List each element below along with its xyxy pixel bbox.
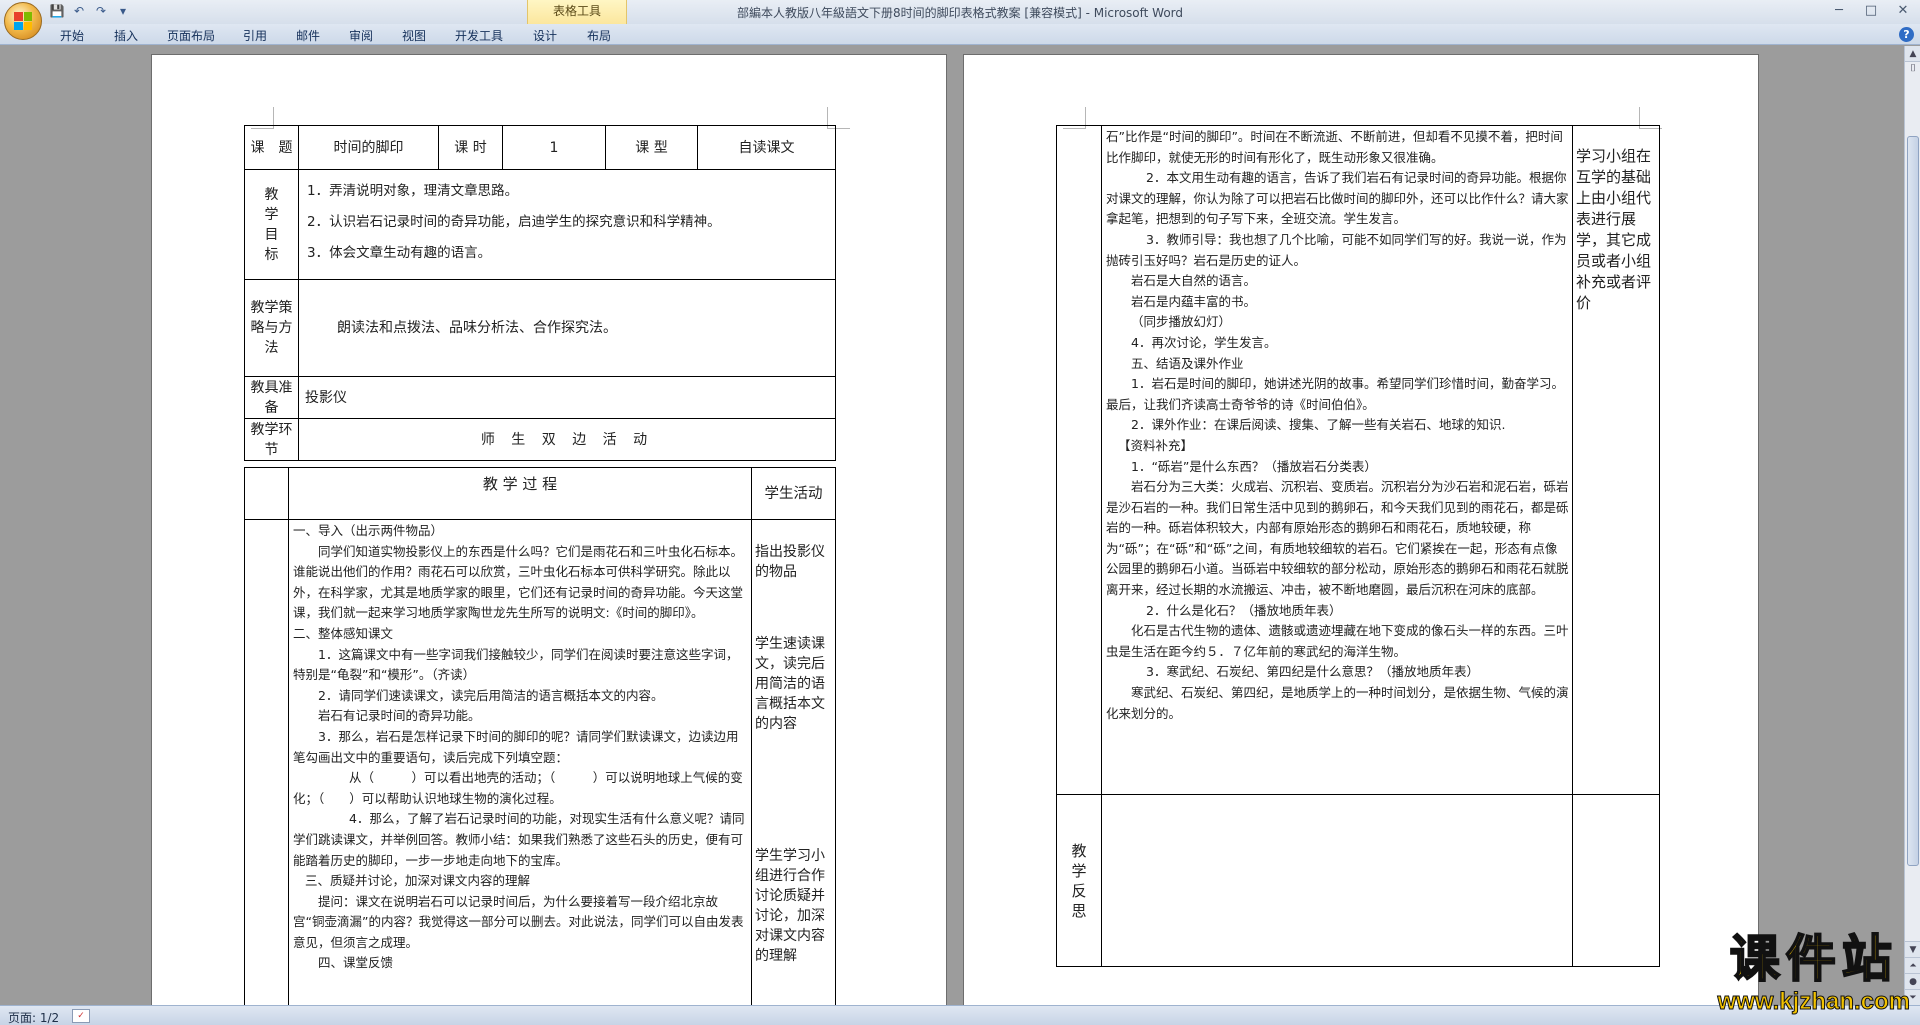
watermark-url: www.kjzhan.com bbox=[1717, 988, 1910, 1015]
student-activity-item: 学生速读课文，读完后用简洁的语言概括本文的内容 bbox=[755, 636, 825, 732]
process-paragraph: 五、结语及课外作业 bbox=[1131, 355, 1244, 371]
label-type: 课 型 bbox=[605, 125, 698, 170]
label-tools: 教具准 备 bbox=[244, 376, 299, 419]
label-goals: 教 学 目 标 bbox=[244, 169, 299, 280]
label-hours: 课 时 bbox=[438, 125, 503, 170]
watermark-title: 课件站 bbox=[1729, 928, 1898, 989]
process-paragraph: 1．“砾岩”是什么东西？（播放岩石分类表） bbox=[1131, 458, 1377, 474]
window-controls: ─ □ ✕ bbox=[1828, 2, 1914, 20]
process-paragraph: 4．那么，了解了岩石记录时间的功能，对现实生活有什么意义呢？请同学们跳读课文，并… bbox=[293, 811, 745, 868]
student-activity-title: 学生活动 bbox=[751, 467, 836, 520]
process-paragraph: 2．课外作业：在课后阅读、搜集、了解一些有关岩石、地球的知识. bbox=[1131, 417, 1506, 433]
goal-item: 1．弄清说明对象，理清文章思路。 bbox=[307, 183, 519, 199]
process-paragraph: 二、整体感知课文 bbox=[293, 625, 394, 641]
label-reflection: 教 学 反 思 bbox=[1056, 794, 1102, 967]
minimize-button[interactable]: ─ bbox=[1828, 2, 1850, 20]
view-ruler-icon[interactable]: ⌷ bbox=[1907, 62, 1919, 76]
student-activity-cell: 学习小组在互学的基础上由小组代表进行展学，其它成员或者小组补充或者评价 bbox=[1572, 125, 1660, 795]
site-watermark: 课件站 www.kjzhan.com bbox=[1717, 928, 1910, 1015]
process-table: 教 学 过 程 学生活动 一、导入（出示两件物品） 同学们知道实物投影仪上的东西… bbox=[244, 467, 836, 1005]
process-paragraph: 石”比作是“时间的脚印”。时间在不断流逝、不断前进，但却看不见摸不着，把时间比作… bbox=[1106, 129, 1563, 165]
process-paragraph: 岩石是大自然的语言。 bbox=[1131, 273, 1257, 289]
process-paragraph: 3．教师引导：我也想了几个比喻，可能不如同学们写的好。我说一说，作为抛砖引玉好吗… bbox=[1106, 231, 1567, 268]
student-activity-cell: 指出投影仪的物品 学生速读课文，读完后用简洁的语言概括本文的内容 学生学习小组进… bbox=[751, 519, 836, 1005]
window-title: 部編本人教版八年級語文下册8时间的脚印表格式教案 [兼容模式] - Micros… bbox=[736, 6, 1184, 20]
process-paragraph: 岩石分为三大类：火成岩、沉积岩、变质岩。沉积岩分为沙石岩和泥石岩，砾岩是沙石岩的… bbox=[1106, 479, 1569, 598]
link-value: 师 生 双 边 活 动 bbox=[298, 418, 836, 461]
goal-item: 3．体会文章生动有趣的语言。 bbox=[307, 245, 492, 261]
empty-cell bbox=[244, 519, 289, 1005]
type-value: 自读课文 bbox=[697, 125, 836, 170]
tab-mailings[interactable]: 邮件 bbox=[296, 27, 320, 44]
label-strategy: 教学策 略与方 法 bbox=[244, 279, 299, 377]
hours-value: 1 bbox=[502, 125, 606, 170]
reflection-cell[interactable] bbox=[1101, 794, 1573, 967]
tools-value: 投影仪 bbox=[298, 376, 836, 419]
process-body: 石”比作是“时间的脚印”。时间在不断流逝、不断前进，但却看不见摸不着，把时间比作… bbox=[1101, 125, 1573, 795]
process-body: 一、导入（出示两件物品） 同学们知道实物投影仪上的东西是什么吗？它们是雨花石和三… bbox=[288, 519, 752, 1005]
maximize-button[interactable]: □ bbox=[1860, 2, 1882, 20]
process-paragraph: 4．再次讨论，学生发言。 bbox=[1131, 334, 1277, 350]
tab-insert[interactable]: 插入 bbox=[114, 27, 138, 44]
process-paragraph: 岩石是内蕴丰富的书。 bbox=[1131, 293, 1257, 309]
process-paragraph: 四、课堂反馈 bbox=[318, 955, 394, 971]
process-paragraph: 一、导入（出示两件物品） bbox=[293, 523, 444, 538]
process-title: 教 学 过 程 bbox=[288, 467, 752, 520]
tab-view[interactable]: 视图 bbox=[402, 27, 426, 44]
tab-developer[interactable]: 开发工具 bbox=[455, 27, 503, 44]
scroll-up-icon[interactable]: ▲ bbox=[1905, 46, 1920, 62]
status-bar: 页面: 1/2 ✓ bbox=[0, 1005, 1920, 1025]
strategy-value: 朗读法和点拨法、品味分析法、合作探究法。 bbox=[298, 279, 836, 377]
close-button[interactable]: ✕ bbox=[1892, 2, 1914, 20]
proofing-icon[interactable]: ✓ bbox=[72, 1009, 90, 1023]
empty-cell bbox=[1572, 794, 1660, 967]
process-paragraph: 3．那么，岩石是怎样记录下时间的脚印的呢？请同学们默读课文，边读边用笔勾画出文中… bbox=[293, 728, 739, 765]
process-paragraph: 岩石有记录时间的奇异功能。 bbox=[318, 708, 481, 724]
document-area: 课 题 时间的脚印 课 时 1 课 型 自读课文 教 学 目 标 1．弄清说明对… bbox=[0, 46, 1904, 1005]
scrollbar-thumb[interactable] bbox=[1907, 136, 1919, 866]
empty-cell bbox=[244, 467, 289, 520]
process-paragraph: 提问：课文在说明岩石可以记录时间后，为什么要接着写一段介绍北京故宫“铜壶滴漏”的… bbox=[293, 893, 744, 950]
process-paragraph: 2．本文用生动有趣的语言，告诉了我们岩石有记录时间的奇异功能。根据你对课文的理解… bbox=[1106, 170, 1569, 227]
process-paragraph: 2．请同学们速读课文，读完后用简洁的语言概括本文的内容。 bbox=[318, 687, 664, 703]
label-link: 教学环 节 bbox=[244, 418, 299, 461]
ribbon-tab-row: 开始 插入 页面布局 引用 邮件 审阅 视图 开发工具 设计 布局 ? bbox=[0, 24, 1920, 45]
process-paragraph: 三、质疑并讨论，加深对课文内容的理解 bbox=[305, 873, 531, 889]
goals-cell: 1．弄清说明对象，理清文章思路。 2．认识岩石记录时间的奇异功能，启迪学生的探究… bbox=[298, 169, 836, 280]
topic-value: 时间的脚印 bbox=[298, 125, 439, 170]
process-paragraph: 1．岩石是时间的脚印，她讲述光阴的故事。希望同学们珍惜时间，勤奋学习。最后，让我… bbox=[1106, 376, 1564, 412]
tab-page-layout[interactable]: 页面布局 bbox=[167, 27, 215, 44]
page-2: 石”比作是“时间的脚印”。时间在不断流逝、不断前进，但却看不见摸不着，把时间比作… bbox=[963, 54, 1759, 1005]
tab-review[interactable]: 审阅 bbox=[349, 27, 373, 44]
process-paragraph: 化石是古代生物的遗体、遗骸或遗迹埋藏在地下变成的像石头一样的东西。三叶虫是生活在… bbox=[1106, 623, 1569, 659]
tab-home[interactable]: 开始 bbox=[60, 27, 84, 44]
lesson-info-table: 课 题 时间的脚印 课 时 1 课 型 自读课文 教 学 目 标 1．弄清说明对… bbox=[244, 125, 836, 461]
process-paragraph: （同步播放幻灯） bbox=[1131, 314, 1232, 330]
page-1: 课 题 时间的脚印 课 时 1 课 型 自读课文 教 学 目 标 1．弄清说明对… bbox=[151, 54, 947, 1005]
student-activity-item: 指出投影仪的物品 bbox=[755, 544, 825, 580]
office-button[interactable] bbox=[4, 2, 42, 40]
office-logo-icon bbox=[14, 12, 32, 30]
title-bar: 💾 ↶ ↷ ▾ 表格工具 部編本人教版八年級語文下册8时间的脚印表格式教案 [兼… bbox=[0, 0, 1920, 44]
goal-item: 2．认识岩石记录时间的奇异功能，启迪学生的探究意识和科学精神。 bbox=[307, 214, 721, 230]
process-paragraph: 1．这篇课文中有一些字词我们接触较少，同学们在阅读时要注意这些字词，特别是“龟裂… bbox=[293, 646, 739, 683]
process-paragraph: 2．什么是化石？（播放地质年表） bbox=[1146, 602, 1342, 618]
process-paragraph: 【资料补充】 bbox=[1118, 437, 1194, 453]
process-paragraph: 从（ ）可以看出地壳的活动；（ ）可以说明地球上气候的变化；（ ）可以帮助认识地… bbox=[293, 770, 743, 806]
process-paragraph: 同学们知道实物投影仪上的东西是什么吗？它们是雨花石和三叶虫化石标本。谁能说出他们… bbox=[293, 543, 744, 621]
empty-cell bbox=[1056, 125, 1102, 795]
process-paragraph: 寒武纪、石炭纪、第四纪，是地质学上的一种时间划分，是依据生物、气候的演化来划分的… bbox=[1106, 685, 1569, 721]
help-icon[interactable]: ? bbox=[1899, 27, 1914, 42]
student-activity-item: 学生学习小组进行合作讨论质疑并讨论，加深对课文内容的理解 bbox=[755, 848, 825, 964]
vertical-scrollbar[interactable]: ▲ ⌷ ▼ ⏶ ● ⏷ bbox=[1904, 46, 1920, 1005]
page-indicator[interactable]: 页面: 1/2 bbox=[8, 1009, 59, 1025]
tab-layout[interactable]: 布局 bbox=[587, 27, 611, 44]
process-paragraph: 3．寒武纪、石炭纪、第四纪是什么意思？（播放地质年表） bbox=[1146, 664, 1479, 680]
label-topic: 课 题 bbox=[244, 125, 299, 170]
process-table-continued: 石”比作是“时间的脚印”。时间在不断流逝、不断前进，但却看不见摸不着，把时间比作… bbox=[1056, 125, 1660, 967]
tab-design[interactable]: 设计 bbox=[533, 27, 557, 44]
tab-references[interactable]: 引用 bbox=[243, 27, 267, 44]
